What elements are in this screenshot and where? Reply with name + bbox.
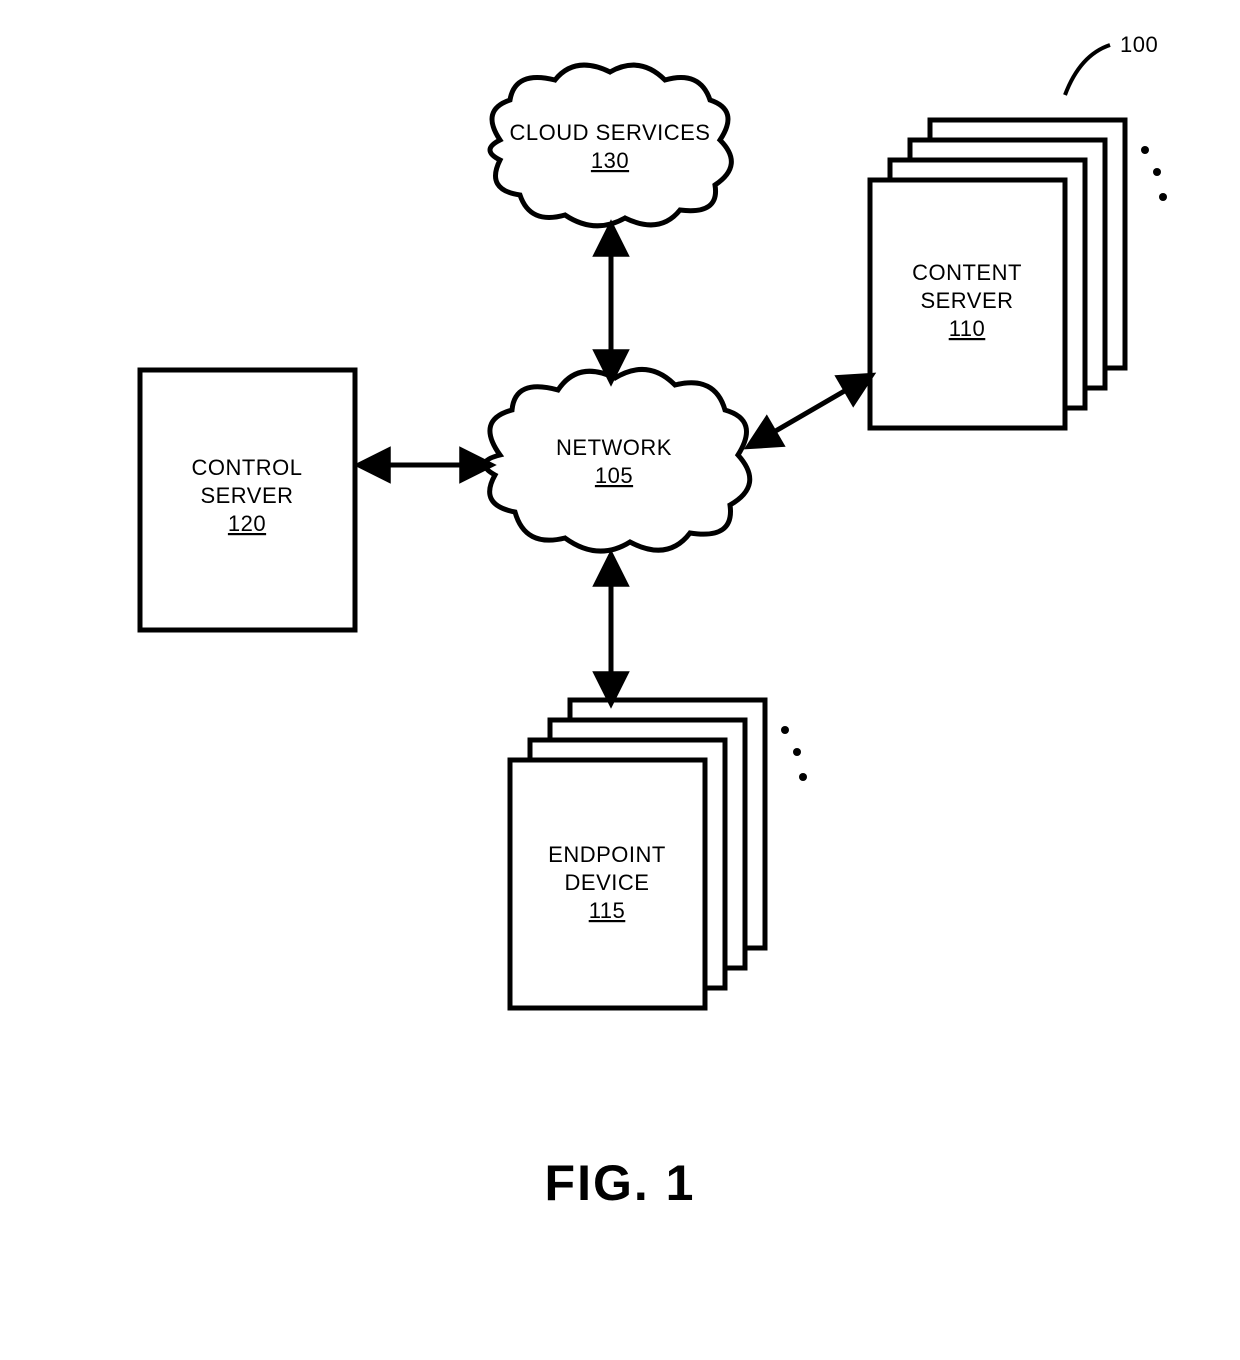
cloud-services-node: CLOUD SERVICES 130 <box>490 65 731 226</box>
control-server-num: 120 <box>228 511 266 536</box>
endpoint-device-label-2: DEVICE <box>565 870 650 895</box>
network-diagram: 100 CLOUD SERVICES 130 NETWORK 105 CONTR… <box>0 0 1240 1360</box>
content-server-label-2: SERVER <box>920 288 1013 313</box>
content-server-node: CONTENT SERVER 110 <box>870 120 1167 428</box>
cloud-services-num: 130 <box>591 148 629 173</box>
control-server-node: CONTROL SERVER 120 <box>140 370 355 630</box>
figure-caption: FIG. 1 <box>545 1155 696 1211</box>
control-server-label-2: SERVER <box>200 483 293 508</box>
network-label: NETWORK <box>556 435 672 460</box>
content-server-label-1: CONTENT <box>912 260 1022 285</box>
network-num: 105 <box>595 463 633 488</box>
figure-ref: 100 <box>1065 32 1158 95</box>
link-network-content <box>760 382 860 440</box>
endpoint-device-num: 115 <box>589 898 626 923</box>
network-node: NETWORK 105 <box>485 369 750 551</box>
figure-ref-text: 100 <box>1120 32 1158 57</box>
cloud-services-label: CLOUD SERVICES <box>510 120 711 145</box>
endpoint-device-label-1: ENDPOINT <box>548 842 666 867</box>
control-server-label-1: CONTROL <box>191 455 302 480</box>
endpoint-device-node: ENDPOINT DEVICE 115 <box>510 700 807 1008</box>
content-server-num: 110 <box>949 316 986 341</box>
